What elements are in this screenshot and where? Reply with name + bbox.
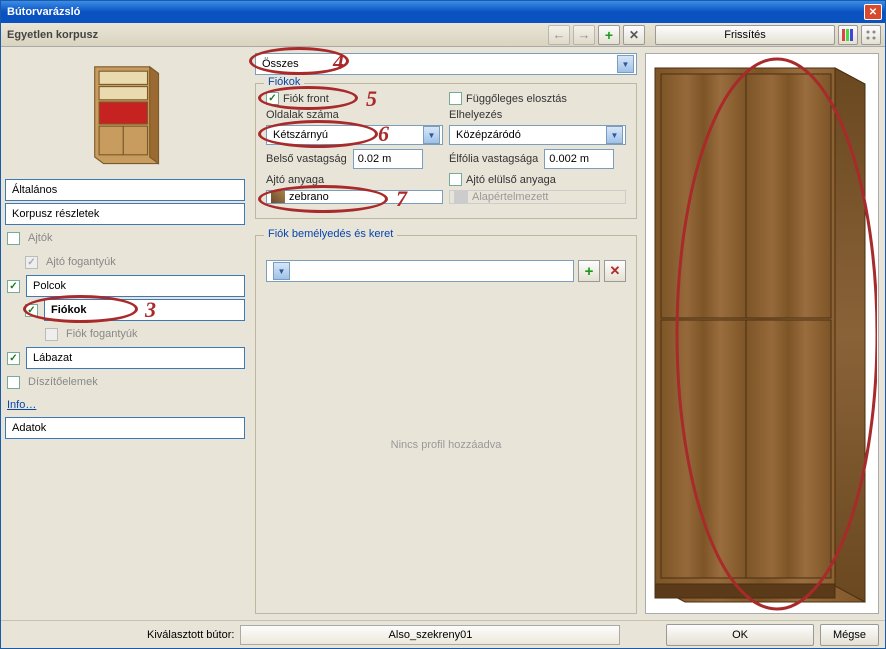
placement-combo[interactable]: Középzáródó ▼ [449, 125, 626, 145]
vertical-split-checkbox[interactable] [449, 92, 462, 105]
decor-checkbox[interactable] [7, 376, 20, 389]
footer-label: Kiválasztott bútor: [147, 629, 234, 641]
chevron-down-icon[interactable]: ▼ [606, 126, 623, 144]
nav-doors[interactable]: Ajtók [5, 227, 245, 249]
sides-combo[interactable]: Kétszárnyú ▼ [266, 125, 443, 145]
preview-3d[interactable] [645, 53, 879, 614]
chevron-down-icon[interactable]: ▼ [273, 262, 290, 280]
door-handles-checkbox: ✓ [25, 256, 38, 269]
close-button[interactable]: ✕ [864, 4, 882, 20]
drawer-handles-checkbox [45, 328, 58, 341]
fiok-front-checkbox[interactable]: ✓ [266, 92, 279, 105]
ok-button[interactable]: OK [666, 624, 814, 646]
nav-general[interactable]: Általános [5, 179, 245, 201]
thumbnail [5, 53, 245, 173]
delete-profile-button[interactable]: ✕ [604, 260, 626, 282]
nav-door-handles: ✓ Ajtó fogantyúk [5, 251, 245, 273]
front-material-input: Alapértelmezett [449, 190, 626, 204]
nav-plinth[interactable]: ✓ Lábazat [5, 347, 245, 369]
window-title: Bútorvarázsló [7, 6, 864, 18]
inner-thickness-input[interactable]: 0.02 m [353, 149, 423, 169]
drawers-checkbox[interactable]: ✓ [25, 304, 38, 317]
chevron-down-icon[interactable]: ▼ [423, 126, 440, 144]
delete-button[interactable]: ✕ [623, 25, 645, 45]
add-profile-button[interactable]: + [578, 260, 600, 282]
info-link[interactable]: Info… [7, 399, 245, 411]
nav-drawers[interactable]: ✓ Fiókok 3 [5, 299, 245, 321]
empty-message: Nincs profil hozzáadva [266, 286, 626, 603]
scope-combo[interactable]: Összes ▼ [255, 53, 637, 75]
palette-icon[interactable] [838, 25, 858, 45]
door-material-input[interactable]: zebrano [266, 190, 443, 204]
pattern-icon[interactable] [861, 25, 881, 45]
nav-shelves[interactable]: ✓ Polcok [5, 275, 245, 297]
thumbnail-image [78, 58, 173, 168]
nav-corpus-details[interactable]: Korpusz részletek [5, 203, 245, 225]
main-area: Általános Korpusz részletek Ajtók ✓ Ajtó… [1, 47, 885, 620]
nav-drawer-handles: Fiók fogantyúk [5, 323, 245, 345]
preview-render [647, 54, 877, 614]
doors-checkbox[interactable] [7, 232, 20, 245]
profile-combo[interactable]: ▼ [266, 260, 574, 282]
center-panel: Összes ▼ 4 Fiókok ✓ Fiók front 5 [251, 47, 643, 620]
main-window: Bútorvarázsló ✕ Egyetlen korpusz ← → + ✕… [0, 0, 886, 649]
add-button[interactable]: + [598, 25, 620, 45]
nav-forward-button[interactable]: → [573, 25, 595, 45]
selected-furniture-name: Also_szekreny01 [240, 625, 620, 645]
titlebar: Bútorvarázsló ✕ [1, 1, 885, 23]
right-panel [643, 47, 885, 620]
edge-thickness-input[interactable]: 0.002 m [544, 149, 614, 169]
toolbar: Egyetlen korpusz ← → + ✕ Frissítés [1, 23, 885, 47]
left-panel: Általános Korpusz részletek Ajtók ✓ Ajtó… [1, 47, 251, 620]
drawers-fieldset: Fiókok ✓ Fiók front 5 Függőleges elo [255, 83, 637, 219]
front-material-checkbox[interactable] [449, 173, 462, 186]
material-swatch-icon [271, 191, 285, 203]
material-swatch-icon [454, 191, 468, 203]
shelves-checkbox[interactable]: ✓ [7, 280, 20, 293]
footer: Kiválasztott bútor: Also_szekreny01 OK M… [1, 620, 885, 648]
toolbar-subtitle: Egyetlen korpusz [5, 29, 98, 41]
chevron-down-icon[interactable]: ▼ [617, 55, 634, 73]
nav-back-button[interactable]: ← [548, 25, 570, 45]
nav-data[interactable]: Adatok [5, 417, 245, 439]
cancel-button[interactable]: Mégse [820, 624, 879, 646]
refresh-button[interactable]: Frissítés [655, 25, 835, 45]
plinth-checkbox[interactable]: ✓ [7, 352, 20, 365]
nav-decor[interactable]: Díszítőelemek [5, 371, 245, 393]
frame-fieldset: Fiók bemélyedés és keret ▼ + ✕ Nincs pro… [255, 235, 637, 614]
